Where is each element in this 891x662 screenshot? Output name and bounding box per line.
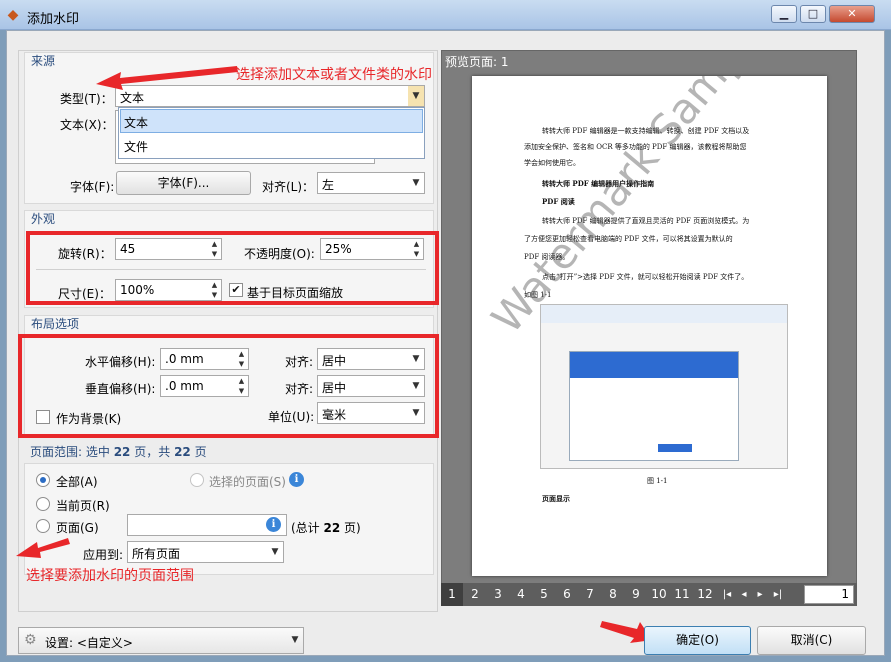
page-button-1[interactable]: 1 [441, 583, 463, 606]
arrow-bottom [16, 538, 70, 558]
page-navigator: 1 2 3 4 5 6 7 8 9 10 11 12 |◂ ◂ ▸ ▸| 1 [441, 583, 857, 606]
settings-select[interactable]: ⚙ 设置: <自定义> ▼ [18, 627, 304, 654]
watermark-preview-text: Watermark Sample [482, 76, 779, 343]
first-page-icon[interactable]: |◂ [718, 583, 736, 606]
page-button-12[interactable]: 12 [694, 583, 716, 606]
page-button-8[interactable]: 8 [602, 583, 624, 606]
page-button-11[interactable]: 11 [671, 583, 693, 606]
settings-value: <自定义> [76, 636, 133, 650]
page-button-10[interactable]: 10 [648, 583, 670, 606]
page-button-4[interactable]: 4 [510, 583, 532, 606]
figure-dialog-header [570, 352, 738, 378]
chevron-down-icon[interactable]: ▼ [287, 628, 303, 653]
annotation-bottom: 选择要添加水印的页面范围 [26, 568, 194, 584]
page-button-3[interactable]: 3 [487, 583, 509, 606]
doc-line: 学会如何使用它。 [524, 159, 580, 167]
last-page-icon[interactable]: ▸| [768, 583, 788, 606]
prev-page-icon[interactable]: ◂ [736, 583, 752, 606]
annotation-top: 选择添加文本或者文件类的水印 [236, 67, 432, 83]
figure-caption: 图 1-1 [647, 477, 668, 485]
cancel-button[interactable]: 取消(C) [757, 626, 866, 655]
doc-figure [540, 304, 788, 469]
doc-section-heading: 页面显示 [542, 494, 570, 503]
preview-page: 转转大师 PDF 编辑器是一款支持编辑、转换、创建 PDF 文档以及 添加安全保… [472, 76, 827, 576]
settings-label: 设置: [45, 636, 74, 650]
page-number-input[interactable]: 1 [804, 585, 854, 604]
figure-dialog [569, 351, 739, 461]
figure-toolbar [541, 305, 787, 323]
page-button-2[interactable]: 2 [464, 583, 486, 606]
page-button-9[interactable]: 9 [625, 583, 647, 606]
ok-button[interactable]: 确定(O) [644, 626, 751, 655]
page-button-7[interactable]: 7 [579, 583, 601, 606]
page-button-5[interactable]: 5 [533, 583, 555, 606]
page-button-6[interactable]: 6 [556, 583, 578, 606]
arrow-top [96, 66, 238, 90]
figure-button [658, 444, 692, 452]
gear-icon: ⚙ [24, 632, 37, 648]
preview-title: 预览页面: 1 [445, 55, 509, 69]
next-page-icon[interactable]: ▸ [752, 583, 768, 606]
